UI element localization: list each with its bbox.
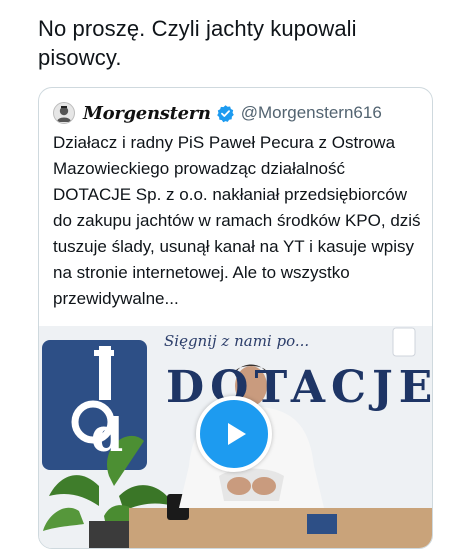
quoted-handle[interactable]: @Morgenstern616	[241, 103, 382, 123]
tweet-text: No proszę. Czyli jachty kupowali pisowcy…	[38, 16, 357, 70]
verified-badge-icon	[216, 104, 235, 123]
quoted-tweet-card[interactable]: Morgenstern @Morgenstern616 Działacz i r…	[38, 87, 433, 549]
quoted-tweet-header: Morgenstern @Morgenstern616	[53, 100, 382, 126]
video-logo-letter: d	[91, 408, 124, 462]
video-thumbnail[interactable]: Sięgnij z nami po... DOTACJE d	[39, 326, 432, 548]
play-button[interactable]	[196, 396, 272, 472]
video-sign-text: DOTACJE	[166, 362, 432, 413]
avatar[interactable]	[53, 102, 75, 124]
quoted-tweet-text: Działacz i radny PiS Paweł Pecura z Ostr…	[53, 133, 421, 308]
quoted-display-name[interactable]: Morgenstern	[83, 103, 211, 124]
play-icon	[228, 423, 246, 445]
video-slogan: Sięgnij z nami po...	[164, 332, 310, 350]
